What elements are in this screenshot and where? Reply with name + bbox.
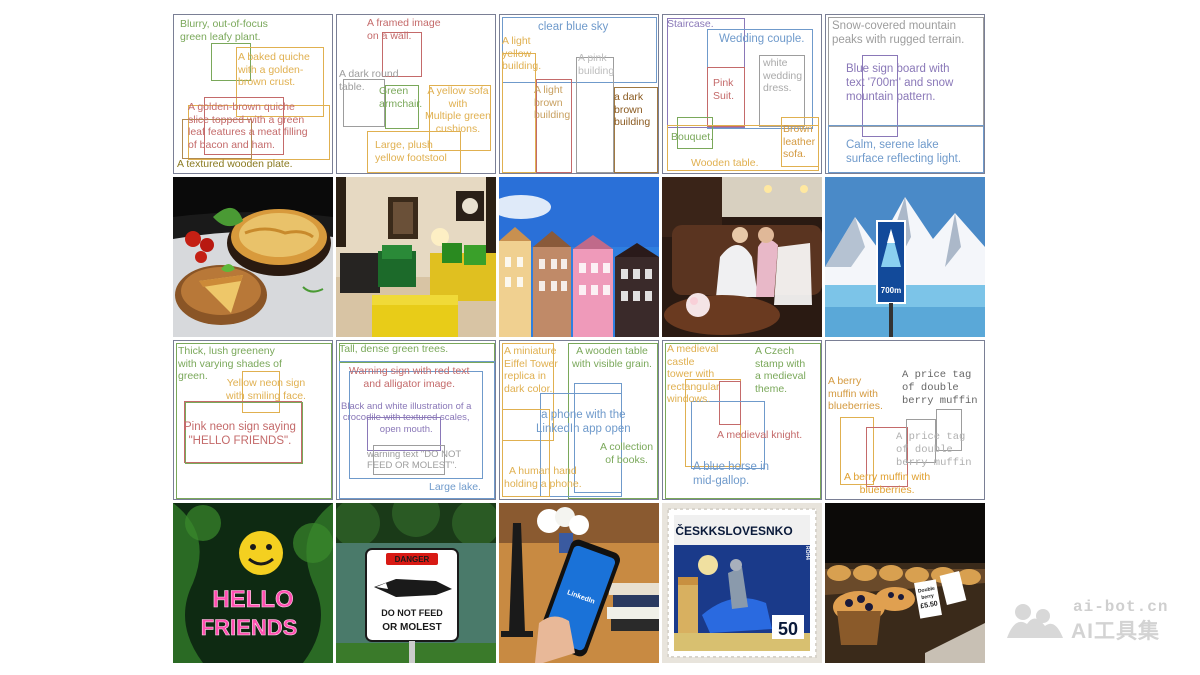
photo-neon-sign: HELLO FRIENDS — [173, 503, 333, 663]
layout-label: A medieval knight. — [717, 429, 803, 441]
layout-label: A price tag of double berry muffin — [896, 431, 972, 470]
layout-label: A light brown building — [534, 84, 571, 122]
layout-label: A light yellow building. — [502, 35, 542, 73]
layout-label: Tall, dense green trees. — [339, 343, 449, 355]
watermark-name: AI工具集 — [1071, 620, 1160, 643]
layout-panel-quiche: Blurry, out-of-focus green leafy plant. A… — [173, 14, 333, 174]
layout-label: A berry muffin with blueberries. — [844, 471, 931, 496]
danger-label: DANGER — [395, 555, 430, 564]
sign-distance-text: 700m — [881, 286, 901, 295]
watermark-url: ai-bot.cn — [1073, 598, 1169, 616]
photo-stamp: ČESKKSLOVESNKO ROH4 50 — [662, 503, 822, 663]
layout-panel-phone: A miniature Eiffel Tower replica in dark co… — [499, 340, 659, 500]
photo-mountain: 700m — [825, 177, 985, 337]
layout-label: A Czech stamp with a medieval theme. — [755, 345, 806, 395]
layout-label: Wedding couple. — [719, 33, 805, 45]
layout-label: clear blue sky — [538, 21, 609, 33]
layout-label: Pink Suit. — [713, 77, 735, 102]
layout-label: Calm, serene lake surface reflecting ligh… — [846, 139, 962, 165]
layout-label: A miniature Eiffel Tower replica in dark co… — [504, 345, 558, 395]
layout-label: Brown leather sofa. — [783, 123, 816, 161]
photo-wedding — [662, 177, 822, 337]
layout-label: Green armchair. — [379, 85, 423, 110]
layout-label: Large, plush yellow footstool — [375, 139, 447, 164]
layout-panel-wedding: Staircase. Wedding couple. white wedding d… — [662, 14, 822, 174]
neon-text-line1: HELLO — [212, 586, 293, 613]
photo-alligator-sign: DANGER DO NOT FEED OR MOLEST — [336, 503, 496, 663]
layout-label: a phone with the LinkedIn app open — [536, 409, 631, 435]
layout-panel-neon: Thick, lush greeneny with varying shades … — [173, 340, 333, 500]
neon-text-line2: FRIENDS — [201, 615, 298, 640]
layout-label: A wooden table with visible grain. — [572, 345, 652, 370]
layout-label: A blue horse in mid-gallop. — [693, 461, 770, 487]
layout-label: A pink building — [578, 52, 615, 77]
layout-label: Blurry, out-of-focus green leafy plant. — [180, 18, 268, 43]
stamp-title: ČESKKSLOVESNKO — [675, 523, 792, 538]
watermark-logo-icon — [1007, 604, 1063, 638]
layout-label: A baked quiche with a golden-brown crust. — [238, 51, 310, 89]
layout-label: A golden-brown quiche slice topped with a… — [188, 101, 308, 151]
layout-label: Black and white illustration of a crocodi… — [341, 401, 472, 435]
sign-text-line2: OR MOLEST — [382, 622, 441, 633]
layout-label: A berry muffin with blueberries. — [828, 375, 883, 413]
layout-label: A price tag of double berry muffin — [902, 369, 978, 408]
figure-grid: Blurry, out-of-focus green leafy plant. A… — [173, 14, 985, 663]
layout-panel-stamp: A medieval castle tower with rectangular win… — [662, 340, 822, 500]
layout-label: Large lake. — [429, 481, 481, 493]
photo-buildings — [499, 177, 659, 337]
layout-panel-living-room: A framed image on a wall. A dark round tab… — [336, 14, 496, 174]
layout-label: warning text "DO NOT FEED OR MOLEST". — [367, 449, 462, 472]
layout-panel-muffin: A berry muffin with blueberries. A price t… — [825, 340, 985, 500]
layout-label: A medieval castle tower with rectangular win… — [667, 343, 720, 406]
layout-label: A textured wooden plate. — [177, 158, 293, 170]
layout-label: Bouquet. — [671, 131, 714, 143]
layout-label: Staircase. — [667, 18, 714, 30]
watermark: ai-bot.cn AI工具集 — [1005, 598, 1195, 644]
photo-muffins: Double berry £5.50 — [825, 503, 985, 663]
layout-label: Blue sign board with text '700m' and snow… — [846, 63, 954, 103]
layout-label: Snow-covered mountain peaks with rugged t… — [832, 20, 965, 46]
layout-label: a dark brown building — [614, 91, 651, 129]
layout-label: white wedding dress. — [763, 57, 803, 95]
layout-label: Pink neon sign saying "HELLO FRIENDS". — [184, 421, 296, 447]
stamp-side-text: ROH4 — [804, 546, 810, 560]
layout-label: A collection of books. — [600, 441, 654, 466]
layout-label: Wooden table. — [691, 157, 759, 169]
photo-phone-linkedin: LinkedIn — [499, 503, 659, 663]
stamp-value: 50 — [778, 619, 798, 639]
layout-panel-warning-sign: Tall, dense green trees. Warning sign wi… — [336, 340, 496, 500]
layout-label: A human hand holding a phone. — [504, 465, 582, 490]
sign-text-line1: DO NOT FEED — [381, 608, 443, 618]
layout-label: Warning sign with red text and alligator … — [349, 365, 470, 390]
layout-panel-mountain: Snow-covered mountain peaks with rugged t… — [825, 14, 985, 174]
layout-label: A framed image on a wall. — [367, 17, 441, 42]
photo-living-room — [336, 177, 496, 337]
layout-panel-buildings: clear blue sky A light yellow building. A … — [499, 14, 659, 174]
photo-quiche — [173, 177, 333, 337]
layout-label: A yellow sofa with Multiple green cushions. — [425, 85, 491, 135]
layout-label: Yellow neon sign with smiling face. — [226, 377, 306, 402]
